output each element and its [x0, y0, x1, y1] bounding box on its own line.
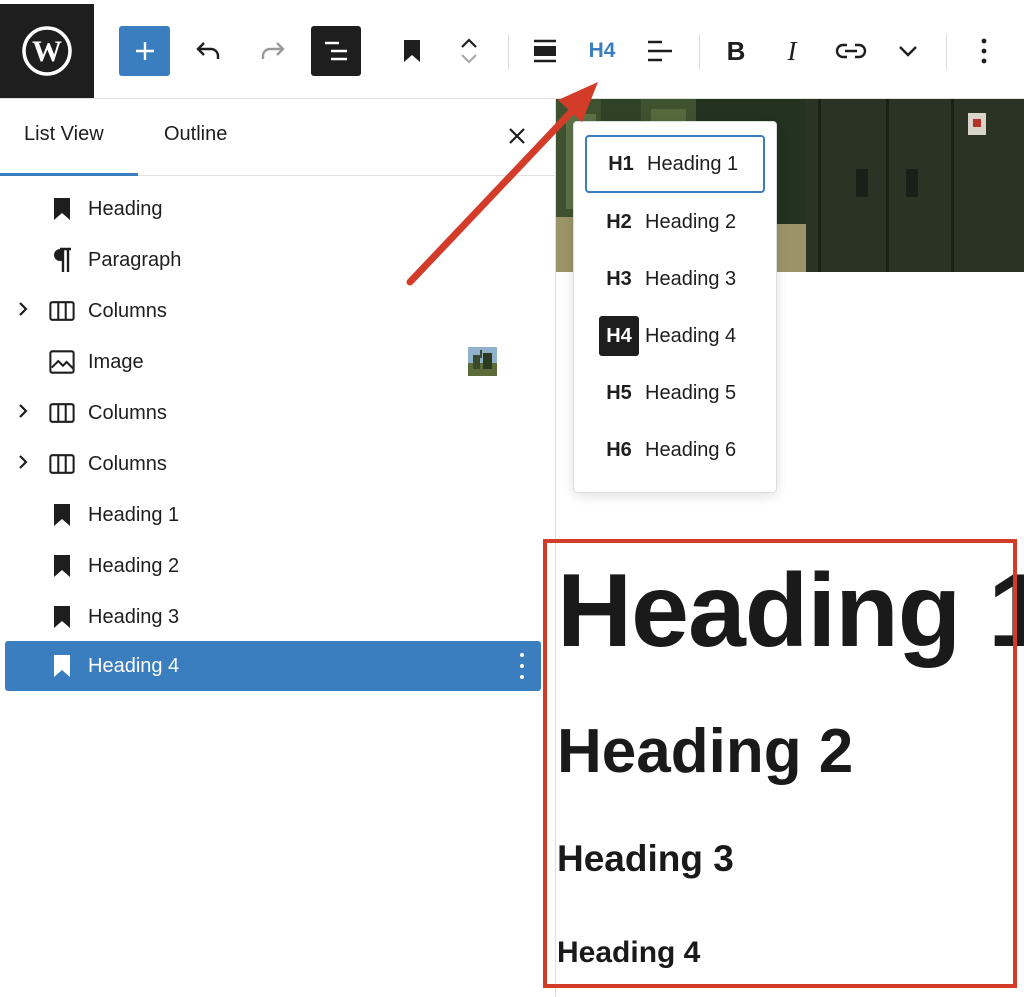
list-item[interactable]: Columns: [5, 439, 541, 489]
list-item-label: Heading 2: [88, 555, 180, 577]
list-item[interactable]: Image: [5, 337, 541, 387]
heading-level-option-label: Heading 6: [645, 438, 737, 461]
toolbar-divider: [508, 34, 509, 70]
more-vertical-icon[interactable]: [517, 653, 527, 679]
wordpress-icon: W: [22, 26, 72, 76]
chevron-right-icon[interactable]: [17, 301, 31, 321]
toolbar-divider: [699, 34, 700, 70]
list-item-label: Columns: [88, 453, 167, 475]
document-overview-button[interactable]: [311, 26, 361, 76]
image-thumbnail: [468, 347, 497, 376]
chevron-up-icon[interactable]: [457, 35, 481, 51]
h6-icon: H6: [606, 438, 632, 461]
image-icon: [49, 349, 75, 375]
h4-icon: H4: [599, 316, 639, 356]
svg-text:I: I: [787, 38, 799, 64]
list-item[interactable]: Columns: [5, 286, 541, 336]
chevron-down-icon: [899, 46, 917, 57]
list-item-label: Heading 4: [88, 655, 180, 677]
heading-level-button[interactable]: H4: [584, 26, 620, 76]
svg-text:W: W: [32, 35, 62, 68]
italic-button[interactable]: I: [774, 26, 810, 76]
tab-outline[interactable]: Outline: [164, 123, 227, 146]
heading-level-option-h2[interactable]: H2 Heading 2: [585, 193, 765, 251]
block-options-button[interactable]: [970, 26, 998, 76]
active-tab-indicator: [0, 173, 138, 176]
bookmark-icon: [404, 40, 420, 62]
list-item-label: Columns: [88, 402, 167, 424]
heading-level-option-label: Heading 4: [645, 324, 737, 347]
redo-icon: [261, 42, 285, 59]
h5-icon: H5: [606, 381, 632, 404]
block-type-button[interactable]: [393, 26, 431, 76]
list-item-label: Paragraph: [88, 249, 182, 271]
more-formatting-button[interactable]: [890, 26, 926, 76]
heading-level-option-h5[interactable]: H5 Heading 5: [585, 364, 765, 422]
list-item[interactable]: Heading 2: [5, 541, 541, 591]
undo-icon: [196, 42, 220, 59]
more-vertical-icon: [981, 38, 987, 64]
heading-level-option-h1[interactable]: H1 Heading 1: [585, 135, 765, 193]
chevron-right-icon[interactable]: [17, 454, 31, 474]
heading-level-option-label: Heading 2: [645, 210, 737, 233]
align-wide-icon: [534, 39, 556, 63]
chevron-down-icon[interactable]: [457, 51, 481, 67]
bookmark-icon: [49, 653, 75, 679]
annotation-arrow: [406, 82, 598, 286]
heading-level-option-h3[interactable]: H3 Heading 3: [585, 250, 765, 308]
text-align-button[interactable]: [642, 26, 678, 76]
plus-icon: [135, 42, 154, 60]
align-left-icon: [648, 40, 672, 62]
tab-list-view[interactable]: List View: [24, 123, 104, 146]
heading-level-option-label: Heading 1: [647, 152, 739, 175]
list-item-label: Heading 3: [88, 606, 180, 628]
list-view-icon: [325, 41, 347, 61]
bookmark-icon: [49, 604, 75, 630]
list-item-label: Columns: [88, 300, 167, 322]
bookmark-icon: [49, 553, 75, 579]
list-item[interactable]: Columns: [5, 388, 541, 438]
italic-icon: I: [787, 38, 799, 64]
svg-text:B: B: [727, 38, 746, 64]
list-item[interactable]: Heading 3: [5, 592, 541, 642]
link-button[interactable]: [831, 26, 871, 76]
list-item-selected[interactable]: Heading 4: [5, 641, 541, 691]
heading-level-option-h6[interactable]: H6 Heading 6: [585, 421, 765, 479]
add-block-button[interactable]: [119, 26, 170, 76]
list-item-label: Heading: [88, 198, 163, 220]
align-button[interactable]: [527, 26, 563, 76]
paragraph-icon: [49, 247, 75, 273]
heading-level-option-h4[interactable]: H4 Heading 4: [585, 307, 765, 365]
annotation-highlight-box: [543, 539, 1017, 988]
list-item[interactable]: Heading 1: [5, 490, 541, 540]
undo-button[interactable]: [190, 26, 228, 76]
move-block-buttons[interactable]: [452, 26, 486, 76]
bookmark-icon: [49, 196, 75, 222]
heading-level-option-label: Heading 5: [645, 381, 737, 404]
columns-icon: [49, 400, 75, 426]
columns-icon: [49, 451, 75, 477]
chevron-right-icon[interactable]: [17, 403, 31, 423]
toolbar-divider: [946, 34, 947, 70]
heading-level-option-label: Heading 3: [645, 267, 737, 290]
list-item-label: Image: [88, 351, 144, 373]
wordpress-logo-button[interactable]: W: [0, 4, 94, 98]
list-item-label: Heading 1: [88, 504, 180, 526]
bold-icon: B: [727, 38, 746, 64]
bold-button[interactable]: B: [718, 26, 754, 76]
redo-button[interactable]: [253, 26, 291, 76]
bookmark-icon: [49, 502, 75, 528]
link-icon: [835, 43, 867, 59]
columns-icon: [49, 298, 75, 324]
